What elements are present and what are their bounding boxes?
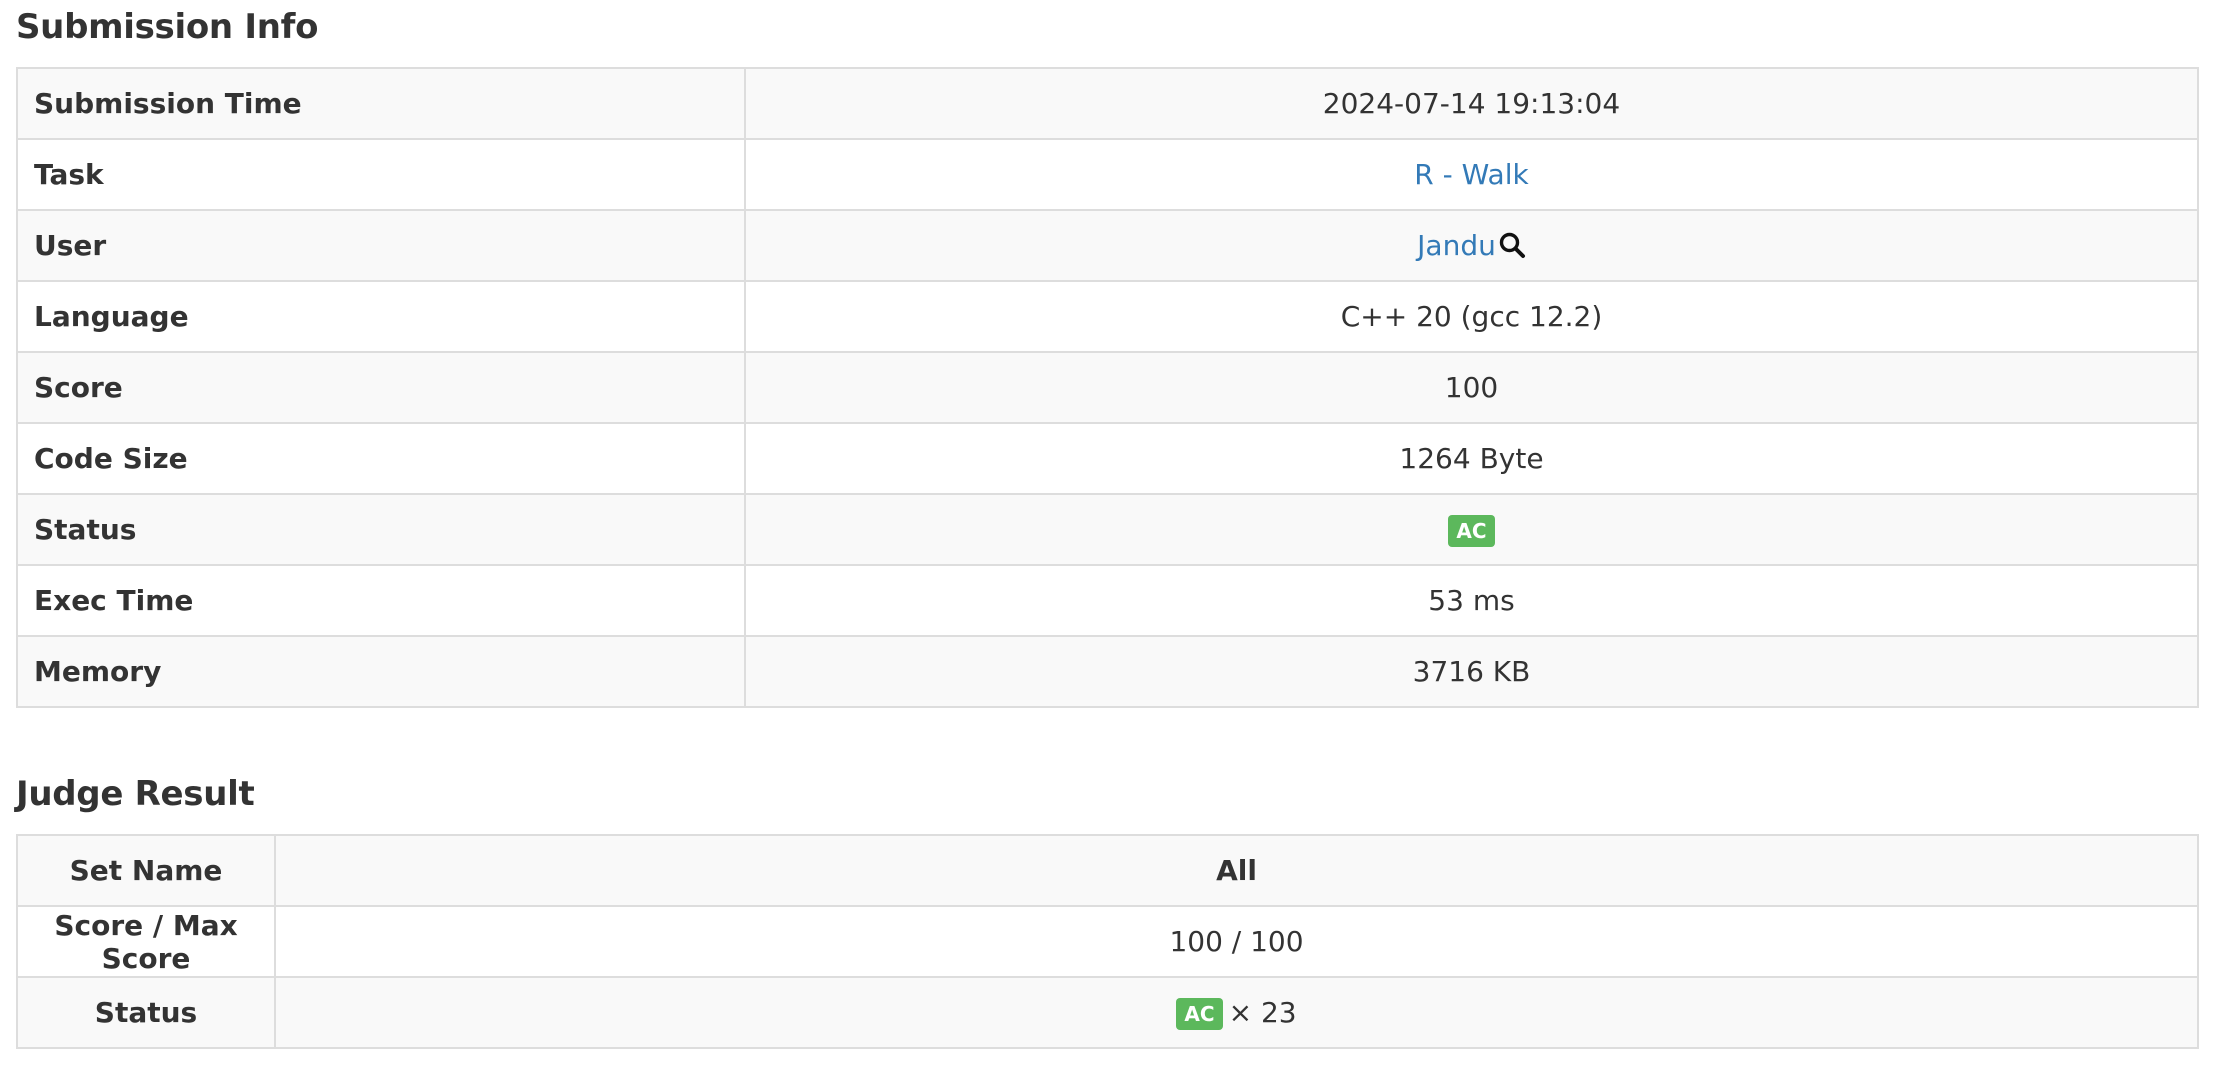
max-score-label: Score / Max Score bbox=[16, 905, 276, 978]
set-name-value: All bbox=[274, 834, 2199, 907]
submission-time-label: Submission Time bbox=[16, 67, 746, 140]
submission-info-heading: Submission Info bbox=[16, 7, 319, 47]
judge-status-count: × 23 bbox=[1228, 995, 1297, 1029]
exec-time-value: 53 ms bbox=[744, 564, 2199, 637]
task-cell: R - Walk bbox=[744, 138, 2199, 211]
submission-page: Submission Info Submission Time 2024-07-… bbox=[0, 0, 2214, 1078]
status-cell: AC bbox=[744, 493, 2199, 566]
score-value: 100 bbox=[744, 351, 2199, 424]
table-row: Code Size 1264 Byte bbox=[16, 422, 2199, 495]
judge-status-cell: AC × 23 bbox=[274, 976, 2199, 1049]
submission-info-table: Submission Time 2024-07-14 19:13:04 Task… bbox=[16, 67, 2199, 708]
table-row: User Jandu bbox=[16, 209, 2199, 282]
judge-status-badge: AC bbox=[1176, 997, 1223, 1030]
language-value: C++ 20 (gcc 12.2) bbox=[744, 280, 2199, 353]
user-link[interactable]: Jandu bbox=[1417, 229, 1496, 262]
judge-result-heading: Judge Result bbox=[16, 774, 255, 814]
table-row: Language C++ 20 (gcc 12.2) bbox=[16, 280, 2199, 353]
task-link[interactable]: R - Walk bbox=[1414, 158, 1528, 191]
table-row: Status AC bbox=[16, 493, 2199, 566]
table-row: Status AC × 23 bbox=[16, 976, 2199, 1049]
search-icon[interactable] bbox=[1498, 231, 1526, 259]
memory-value: 3716 KB bbox=[744, 635, 2199, 708]
task-label: Task bbox=[16, 138, 746, 211]
score-label: Score bbox=[16, 351, 746, 424]
table-row: Score 100 bbox=[16, 351, 2199, 424]
memory-label: Memory bbox=[16, 635, 746, 708]
table-row: Memory 3716 KB bbox=[16, 635, 2199, 708]
table-row: Task R - Walk bbox=[16, 138, 2199, 211]
status-label: Status bbox=[16, 493, 746, 566]
table-row: Score / Max Score 100 / 100 bbox=[16, 905, 2199, 978]
set-name-label: Set Name bbox=[16, 834, 276, 907]
table-row: Exec Time 53 ms bbox=[16, 564, 2199, 637]
submission-time-value: 2024-07-14 19:13:04 bbox=[744, 67, 2199, 140]
language-label: Language bbox=[16, 280, 746, 353]
table-row: Set Name All bbox=[16, 834, 2199, 907]
exec-time-label: Exec Time bbox=[16, 564, 746, 637]
judge-result-table: Set Name All Score / Max Score 100 / 100… bbox=[16, 834, 2199, 1049]
status-badge: AC bbox=[1448, 514, 1495, 547]
user-search-link[interactable] bbox=[1496, 229, 1526, 262]
user-label: User bbox=[16, 209, 746, 282]
user-cell: Jandu bbox=[744, 209, 2199, 282]
code-size-label: Code Size bbox=[16, 422, 746, 495]
max-score-value: 100 / 100 bbox=[274, 905, 2199, 978]
code-size-value: 1264 Byte bbox=[744, 422, 2199, 495]
table-row: Submission Time 2024-07-14 19:13:04 bbox=[16, 67, 2199, 140]
judge-status-label: Status bbox=[16, 976, 276, 1049]
